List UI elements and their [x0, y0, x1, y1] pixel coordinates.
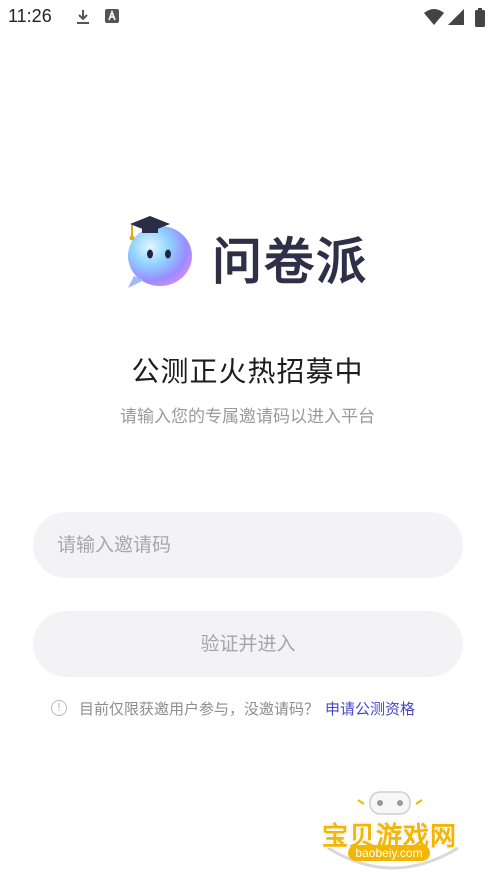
battery-icon	[475, 8, 485, 27]
a-box-icon	[105, 9, 119, 23]
signal-icon	[448, 9, 464, 25]
page-subline: 请输入您的专属邀请码以进入平台	[120, 407, 375, 427]
watermark: 宝贝游戏网 baobeiy.com	[318, 788, 468, 878]
app-title: 问卷派	[212, 233, 368, 291]
notice-text: 目前仅限获邀用户参与，没邀请码？	[79, 699, 320, 718]
invite-notice: ! 目前仅限获邀用户参与，没邀请码？ 申请公测资格	[51, 697, 415, 719]
status-time: 11:26	[8, 6, 52, 26]
verify-enter-button[interactable]: 验证并进入	[33, 611, 463, 677]
info-circle-icon: !	[51, 700, 67, 716]
mascot-bubble-icon	[128, 216, 192, 288]
status-bar: 11:26	[0, 0, 495, 34]
download-icon	[77, 10, 89, 24]
page-headline: 公测正火热招募中	[131, 355, 364, 388]
apply-beta-link[interactable]: 申请公测资格	[325, 698, 415, 719]
watermark-url: baobeiy.com	[348, 845, 430, 861]
invite-code-input[interactable]	[33, 512, 463, 578]
wifi-icon	[424, 9, 444, 25]
app-logo: 问卷派	[120, 208, 380, 298]
